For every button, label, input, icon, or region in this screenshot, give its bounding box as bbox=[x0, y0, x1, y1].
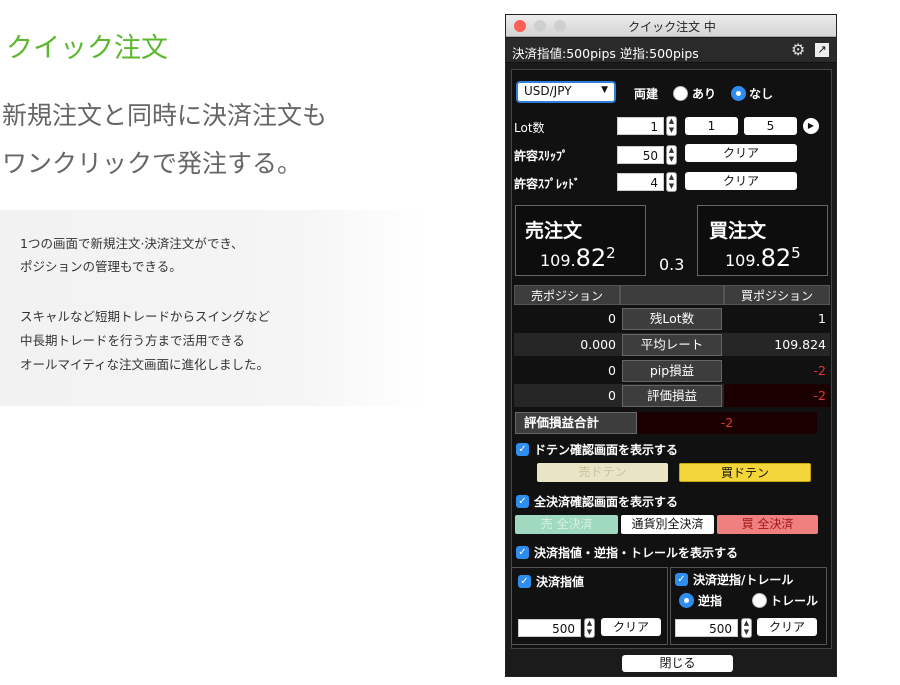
limit-pips-stepper[interactable]: ▲ ▼ bbox=[584, 618, 595, 638]
total-pnl-value: -2 bbox=[637, 412, 817, 434]
close-all-confirm-checkbox[interactable]: ✓ bbox=[516, 495, 529, 508]
total-pnl-label: 評価損益合計 bbox=[515, 412, 637, 434]
settings-bar: 決済指値:500pips 逆指:500pips ⚙ ↗ bbox=[506, 38, 836, 63]
limit-checkbox[interactable]: ✓ bbox=[518, 575, 531, 588]
window-title: クイック注文 中 bbox=[628, 20, 716, 34]
buy-average-rate: 109.824 bbox=[774, 337, 826, 352]
promo-text-1: 1つの画面で新規注文·決済注文ができ、 bbox=[20, 236, 244, 251]
currency-pair-select[interactable]: USD/JPY ▼ bbox=[516, 81, 616, 103]
lot-label: Lot数 bbox=[514, 121, 545, 135]
trail-radio-label: トレール bbox=[770, 594, 819, 608]
promo-text-2: ポジションの管理もできる。 bbox=[20, 259, 182, 274]
both-no-label: なし bbox=[749, 87, 774, 101]
gear-icon[interactable]: ⚙ bbox=[791, 42, 805, 58]
slippage-label: 許容ｽﾘｯﾌﾟ bbox=[514, 149, 569, 163]
sell-price: 109.822 bbox=[540, 244, 616, 272]
stop-trail-label: 決済逆指/トレール bbox=[693, 573, 794, 587]
buy-price-pip: 5 bbox=[791, 244, 801, 262]
buy-price-big: 82 bbox=[760, 244, 792, 272]
buy-pip-pnl: -2 bbox=[813, 363, 826, 378]
doten-confirm-checkbox[interactable]: ✓ bbox=[516, 443, 529, 456]
stop-pips-stepper[interactable]: ▲ ▼ bbox=[741, 618, 752, 638]
buy-remaining-lot: 1 bbox=[818, 311, 826, 326]
spread-limit-input[interactable]: 4 bbox=[617, 173, 664, 191]
promo-title: クイック注文 bbox=[6, 33, 168, 64]
promo-text-5: オールマイティな注文画面に進化しました。 bbox=[20, 357, 270, 372]
current-spread: 0.3 bbox=[659, 255, 685, 274]
slippage-clear-button[interactable]: クリア bbox=[685, 144, 797, 162]
close-all-confirm-label: 全決済確認画面を表示する bbox=[534, 495, 679, 509]
sell-close-all-button[interactable]: 売 全決済 bbox=[515, 515, 618, 534]
both-yes-label: あり bbox=[692, 87, 717, 101]
chevron-down-icon: ▼ bbox=[601, 85, 608, 95]
average-rate-label: 平均レート bbox=[622, 334, 722, 356]
stop-pips-input[interactable]: 500 bbox=[675, 619, 738, 637]
currency-pair-value: USD/JPY bbox=[524, 84, 572, 98]
buy-position-header: 買ポジション bbox=[724, 285, 830, 305]
show-limit-stop-label: 決済指値・逆指・トレールを表示する bbox=[534, 546, 739, 560]
page: クイック注文 新規注文と同時に決済注文も ワンクリックで発注する。 1つの画面で… bbox=[0, 0, 900, 685]
lot-input[interactable]: 1 bbox=[617, 117, 664, 135]
table-header-blank bbox=[620, 285, 724, 305]
promo-text-4: 中長期トレードを行う方まで活用できる bbox=[20, 333, 245, 348]
stop-radio[interactable] bbox=[679, 593, 694, 608]
both-no-radio[interactable] bbox=[731, 86, 746, 101]
stop-trail-checkbox[interactable]: ✓ bbox=[675, 573, 688, 586]
buy-valuation-pnl: -2 bbox=[724, 384, 830, 407]
sell-price-main: 109. bbox=[540, 251, 576, 270]
both-side-label: 両建 bbox=[634, 87, 659, 101]
lot-preset-5-button[interactable]: 5 bbox=[744, 117, 797, 135]
slippage-input[interactable]: 50 bbox=[617, 146, 664, 164]
remaining-lot-label: 残Lot数 bbox=[622, 308, 722, 330]
limit-clear-button[interactable]: クリア bbox=[601, 618, 661, 636]
currency-close-all-button[interactable]: 通貨別全決済 bbox=[621, 515, 714, 534]
title-bar[interactable]: クイック注文 中 bbox=[506, 15, 836, 37]
close-button[interactable]: 閉じる bbox=[622, 655, 733, 672]
sell-valuation-pnl: 0 bbox=[608, 388, 616, 403]
trail-radio[interactable] bbox=[752, 593, 767, 608]
limit-label: 決済指値 bbox=[536, 575, 585, 589]
sell-average-rate: 0.000 bbox=[580, 337, 616, 352]
buy-doten-button[interactable]: 買ドテン bbox=[679, 463, 811, 482]
sell-order-button[interactable]: 売注文 109.822 bbox=[515, 205, 646, 276]
promo-headline-line1: 新規注文と同時に決済注文も bbox=[2, 101, 328, 130]
show-limit-stop-checkbox[interactable]: ✓ bbox=[516, 546, 529, 559]
doten-confirm-label: ドテン確認画面を表示する bbox=[534, 443, 679, 457]
sell-order-label: 売注文 bbox=[525, 220, 583, 242]
spread-limit-stepper[interactable]: ▲ ▼ bbox=[666, 172, 677, 192]
spread-limit-clear-button[interactable]: クリア bbox=[685, 172, 797, 190]
sell-position-header: 売ポジション bbox=[514, 285, 620, 305]
spread-limit-label: 許容ｽﾌﾟﾚｯﾄﾞ bbox=[514, 177, 581, 191]
sell-doten-button[interactable]: 売ドテン bbox=[537, 463, 668, 482]
buy-order-label: 買注文 bbox=[709, 220, 767, 242]
settings-summary: 決済指値:500pips 逆指:500pips bbox=[512, 46, 699, 61]
sell-pip-pnl: 0 bbox=[608, 363, 616, 378]
both-yes-radio[interactable] bbox=[673, 86, 688, 101]
buy-price: 109.825 bbox=[725, 244, 801, 272]
play-icon[interactable]: ▶ bbox=[803, 118, 819, 134]
lot-preset-1-button[interactable]: 1 bbox=[685, 117, 738, 135]
sell-remaining-lot: 0 bbox=[608, 311, 616, 326]
sell-price-big: 82 bbox=[575, 244, 607, 272]
sell-price-pip: 2 bbox=[606, 244, 616, 262]
buy-price-main: 109. bbox=[725, 251, 761, 270]
buy-order-button[interactable]: 買注文 109.825 bbox=[697, 205, 828, 276]
promo-headline-line2: ワンクリックで発注する。 bbox=[2, 149, 303, 178]
promo-text-3: スキャルなど短期トレードからスイングなど bbox=[20, 309, 271, 324]
valuation-pnl-label: 評価損益 bbox=[622, 385, 722, 407]
pip-pnl-label: pip損益 bbox=[622, 360, 722, 382]
stop-radio-label: 逆指 bbox=[698, 594, 723, 608]
lot-stepper[interactable]: ▲ ▼ bbox=[666, 116, 677, 136]
buy-close-all-button[interactable]: 買 全決済 bbox=[717, 515, 818, 534]
stop-clear-button[interactable]: クリア bbox=[757, 618, 817, 636]
quick-order-window: クイック注文 中 決済指値:500pips 逆指:500pips ⚙ ↗ USD… bbox=[505, 14, 837, 677]
limit-pips-input[interactable]: 500 bbox=[518, 619, 581, 637]
slippage-stepper[interactable]: ▲ ▼ bbox=[666, 145, 677, 165]
expand-icon[interactable]: ↗ bbox=[815, 43, 829, 57]
